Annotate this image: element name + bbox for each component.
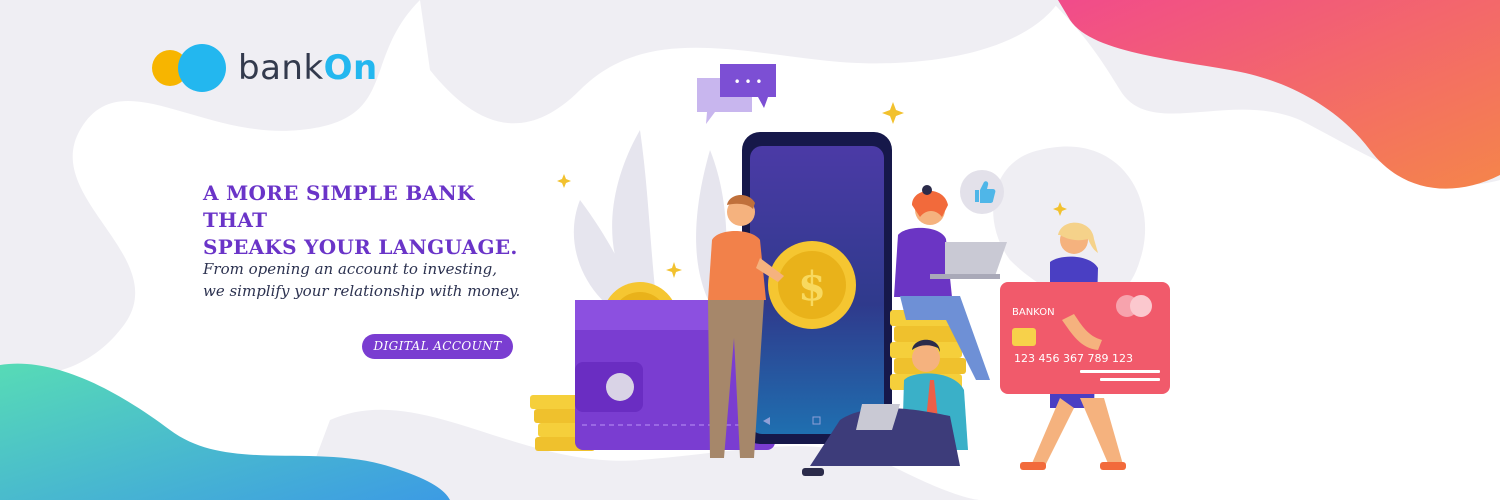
- svg-text:$: $: [798, 263, 826, 310]
- chat-bubble-icon: • • •: [697, 64, 776, 124]
- brand-name-prefix: bank: [238, 48, 324, 88]
- brand-wordmark: bankOn: [238, 48, 378, 88]
- card-brand: BANKON: [1012, 307, 1055, 318]
- subtext-line-1: From opening an account to investing,: [203, 260, 498, 278]
- hero-headline: A MORE SIMPLE BANK THAT SPEAKS YOUR LANG…: [203, 180, 533, 261]
- brand-name-suffix: On: [323, 48, 378, 88]
- brand-logo[interactable]: bankOn: [150, 40, 390, 100]
- headline-line-1: A MORE SIMPLE BANK THAT: [203, 181, 475, 232]
- hero-subtext: From opening an account to investing, we…: [203, 258, 533, 302]
- logo-mark-icon: [152, 44, 226, 92]
- chat-bubble-text: • • •: [734, 75, 763, 89]
- subtext-line-2: we simplify your relationship with money…: [203, 282, 521, 300]
- credit-card-icon: BANKON 123 456 367 789 123: [1000, 282, 1170, 394]
- hero-banner: bankOn A MORE SIMPLE BANK THAT SPEAKS YO…: [0, 0, 1500, 500]
- digital-account-button[interactable]: DIGITAL ACCOUNT: [362, 334, 513, 359]
- hero-illustration: • • • $ BANKON 123 456 367 789 123: [530, 64, 1170, 476]
- headline-line-2: SPEAKS YOUR LANGUAGE.: [203, 235, 518, 259]
- coin-icon: $: [768, 241, 856, 329]
- thumbs-up-icon: [960, 170, 1004, 214]
- card-number: 123 456 367 789 123: [1014, 352, 1133, 365]
